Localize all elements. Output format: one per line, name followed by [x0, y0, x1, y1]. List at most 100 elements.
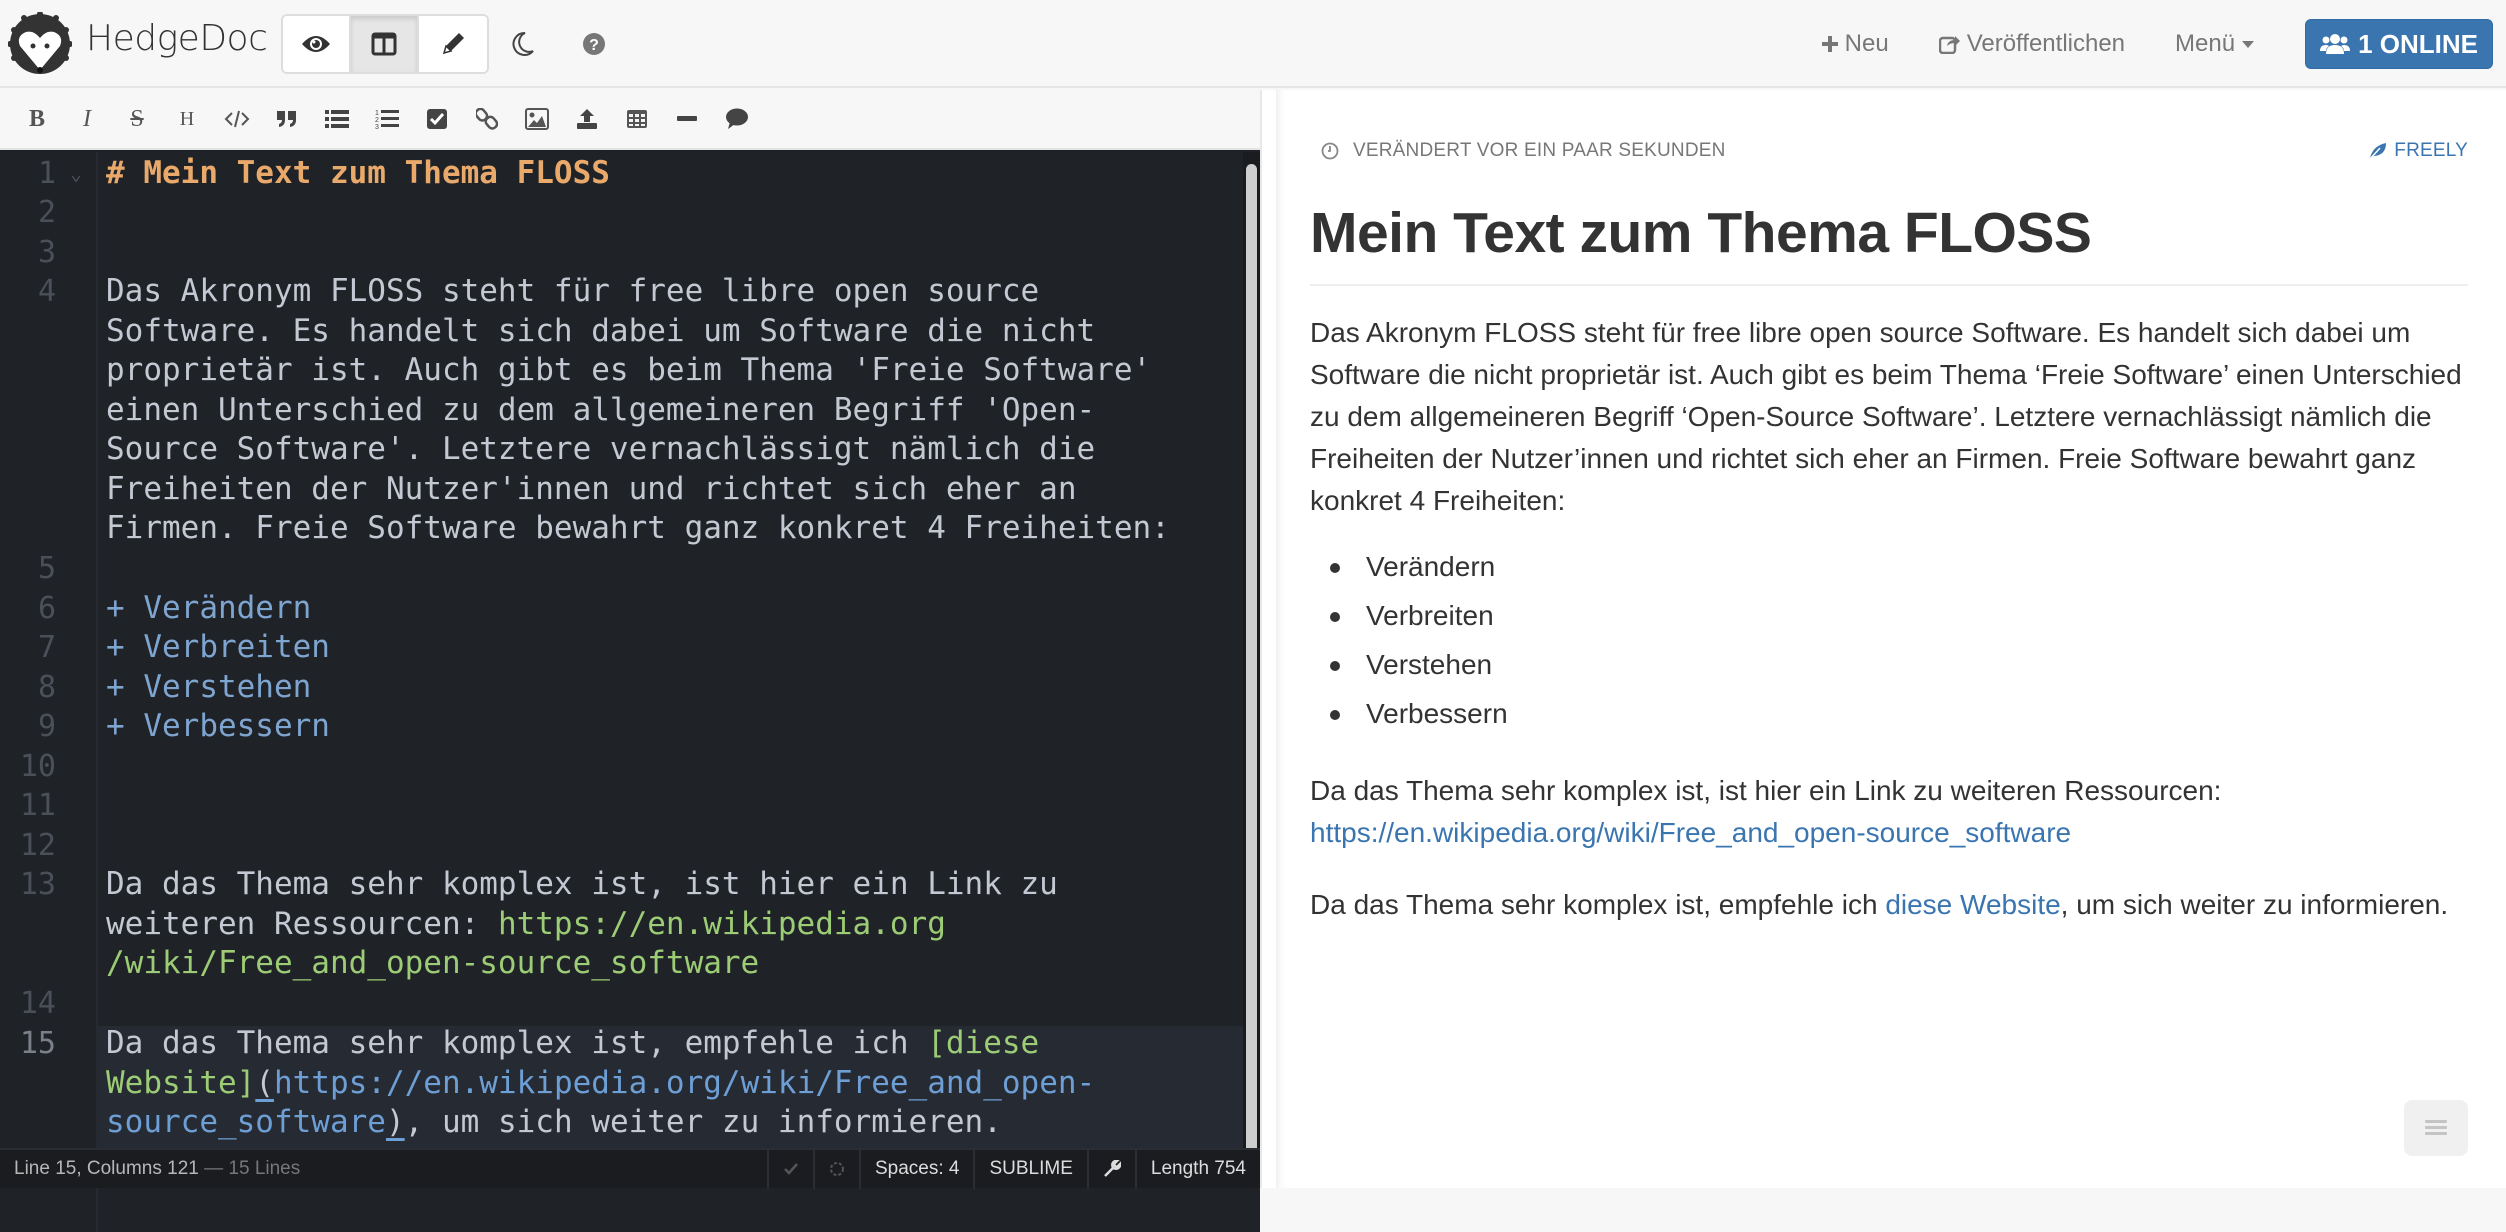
code-link-url: source_software [106, 1104, 386, 1140]
minus-icon [677, 116, 697, 121]
permission-button[interactable]: FREELY [2368, 140, 2468, 162]
upload-button[interactable] [562, 97, 612, 141]
matching-bracket: ) [385, 1104, 405, 1140]
cursor-position-text: Line 15, Columns 121 [14, 1158, 199, 1179]
night-mode-button[interactable] [503, 24, 543, 64]
checklist-button[interactable] [412, 97, 462, 141]
navbar-actions: Neu Veröffentlichen Menü 1 ONLINE [1821, 0, 2506, 88]
code-url: /wiki/Free_and_open-source_software [106, 945, 760, 981]
leaf-icon [2369, 143, 2387, 160]
strikethrough-button[interactable]: S [112, 97, 162, 141]
list-item: Verbreiten [1310, 595, 1508, 644]
brand-name: HedgeDoc [86, 18, 268, 59]
quote-button[interactable] [262, 97, 312, 141]
online-users-button[interactable]: 1 ONLINE [2305, 19, 2493, 69]
line-number: 9 [37, 709, 56, 744]
editor-scrollbar[interactable] [1243, 152, 1260, 1170]
code-text-segment: , um sich weiter zu informieren. [404, 1104, 1002, 1140]
paragraph: Das Akronym FLOSS steht für free libre o… [1310, 317, 2462, 516]
header-icon: H [179, 107, 195, 130]
plus-icon [1821, 36, 1838, 52]
pane-divider[interactable] [1260, 90, 1276, 1188]
users-icon [2320, 34, 2351, 54]
link-button[interactable] [462, 97, 512, 141]
keymap-selector[interactable]: SUBLIME [973, 1149, 1086, 1189]
edit-mode-button[interactable] [419, 16, 487, 72]
code-text: Da das Thema sehr komplex ist, ist hier … [106, 866, 1058, 902]
sync-status[interactable] [812, 1149, 859, 1189]
view-mode-button[interactable] [283, 16, 351, 72]
checkbox-icon [427, 109, 447, 129]
new-note-label: Neu [1844, 30, 1889, 57]
line-number: 10 [19, 749, 56, 784]
paragraph-text: Da das Thema sehr komplex ist, ist hier … [1310, 775, 2222, 806]
bold-button[interactable]: B [12, 97, 62, 141]
unordered-list-button[interactable] [312, 97, 362, 141]
italic-button[interactable]: I [62, 97, 112, 141]
preferences-button[interactable] [1086, 1149, 1135, 1189]
line-number: 11 [19, 788, 56, 823]
svg-text:3: 3 [375, 124, 379, 130]
line-count: — 15 Lines [204, 1158, 301, 1179]
paragraph-text: , um sich weiter zu informieren. [2060, 889, 2449, 920]
publish-button[interactable]: Veröffentlichen [1938, 30, 2126, 58]
line-number: 13 [19, 867, 56, 902]
scrollbar-thumb[interactable] [1246, 164, 1257, 1164]
linter-status[interactable] [766, 1149, 813, 1189]
new-note-button[interactable]: Neu [1821, 30, 1889, 58]
both-mode-button[interactable] [351, 16, 419, 72]
title-divider [1310, 284, 2468, 286]
code-text: Firmen. Freie Software bewahrt ganz konk… [106, 510, 1170, 546]
preview-pane: VERÄNDERT VOR EIN PAAR SEKUNDEN FREELY M… [1276, 90, 2506, 1188]
line-number: 2 [37, 195, 56, 230]
code-text: Da das Thema sehr komplex ist, empfehle … [106, 1024, 1039, 1064]
code-icon [224, 110, 250, 128]
comment-button[interactable] [712, 97, 762, 141]
wrench-icon [1104, 1160, 1121, 1177]
code-url: https://en.wikipedia.org [497, 905, 946, 942]
table-button[interactable] [612, 97, 662, 141]
code-text-segment: weiteren Ressourcen: [106, 905, 498, 942]
code-link-text: [diese [927, 1025, 1040, 1061]
code-editor[interactable]: 1 ⌄ # Mein Text zum Thema FLOSS 2 3 4 Da… [0, 152, 1260, 1232]
bold-icon: B [28, 105, 45, 132]
code-button[interactable] [212, 97, 262, 141]
code-text: Das Akronym FLOSS steht für free libre o… [106, 273, 1040, 309]
ordered-list-button[interactable]: 123 [362, 97, 412, 141]
code-text: Website](https://en.wikipedia.org/wiki/F… [106, 1064, 1095, 1104]
svg-text:2: 2 [375, 117, 379, 124]
publish-label: Veröffentlichen [1966, 30, 2126, 57]
indentation-selector[interactable]: Spaces: 4 [858, 1149, 974, 1189]
caret-down-icon [2242, 41, 2255, 48]
code-text: einen Unterschied zu dem allgemeineren B… [106, 391, 1096, 428]
diese-website-link[interactable]: diese Website [1885, 889, 2060, 920]
strikethrough-icon: S [130, 105, 144, 132]
permission-label: FREELY [2394, 140, 2468, 161]
editor-pane: B I S H 123 1 ⌄ # Mein Text zum Thema FL… [0, 90, 1260, 1232]
line-number: 15 [19, 1026, 56, 1061]
code-text: weiteren Ressourcen: https://en.wikipedi… [106, 905, 946, 945]
toc-button[interactable] [2404, 1100, 2468, 1156]
image-button[interactable] [512, 97, 562, 141]
quote-icon [277, 111, 296, 127]
hedgedoc-logo-icon [8, 12, 72, 74]
document-meta: VERÄNDERT VOR EIN PAAR SEKUNDEN FREELY [1321, 140, 2468, 162]
document-title: Mein Text zum Thema FLOSS [1310, 201, 2092, 265]
status-bar: Line 15, Columns 121 — 15 Lines Spaces: … [0, 1148, 1260, 1189]
help-button[interactable]: ? [574, 24, 614, 64]
menu-dropdown[interactable]: Menü [2175, 30, 2255, 58]
line-number: 14 [19, 986, 56, 1021]
columns-icon [371, 32, 397, 56]
matching-bracket: ( [255, 1064, 274, 1101]
header-button[interactable]: H [162, 97, 212, 141]
code-text: Freiheiten der Nutzer'innen und richtet … [106, 470, 1077, 507]
code-text: + Verbessern [106, 708, 330, 744]
bars-icon [2425, 1120, 2447, 1135]
freedoms-list: Verändern Verbreiten Verstehen Verbesser… [1310, 546, 1508, 742]
code-text: + Verstehen [106, 669, 312, 705]
fold-chevron-icon[interactable]: ⌄ [70, 154, 82, 194]
horizontal-line-button[interactable] [662, 97, 712, 141]
svg-text:?: ? [589, 37, 599, 54]
wikipedia-link[interactable]: https://en.wikipedia.org/wiki/Free_and_o… [1310, 817, 2071, 848]
paragraph: Da das Thema sehr komplex ist, empfehle … [1310, 884, 2470, 926]
